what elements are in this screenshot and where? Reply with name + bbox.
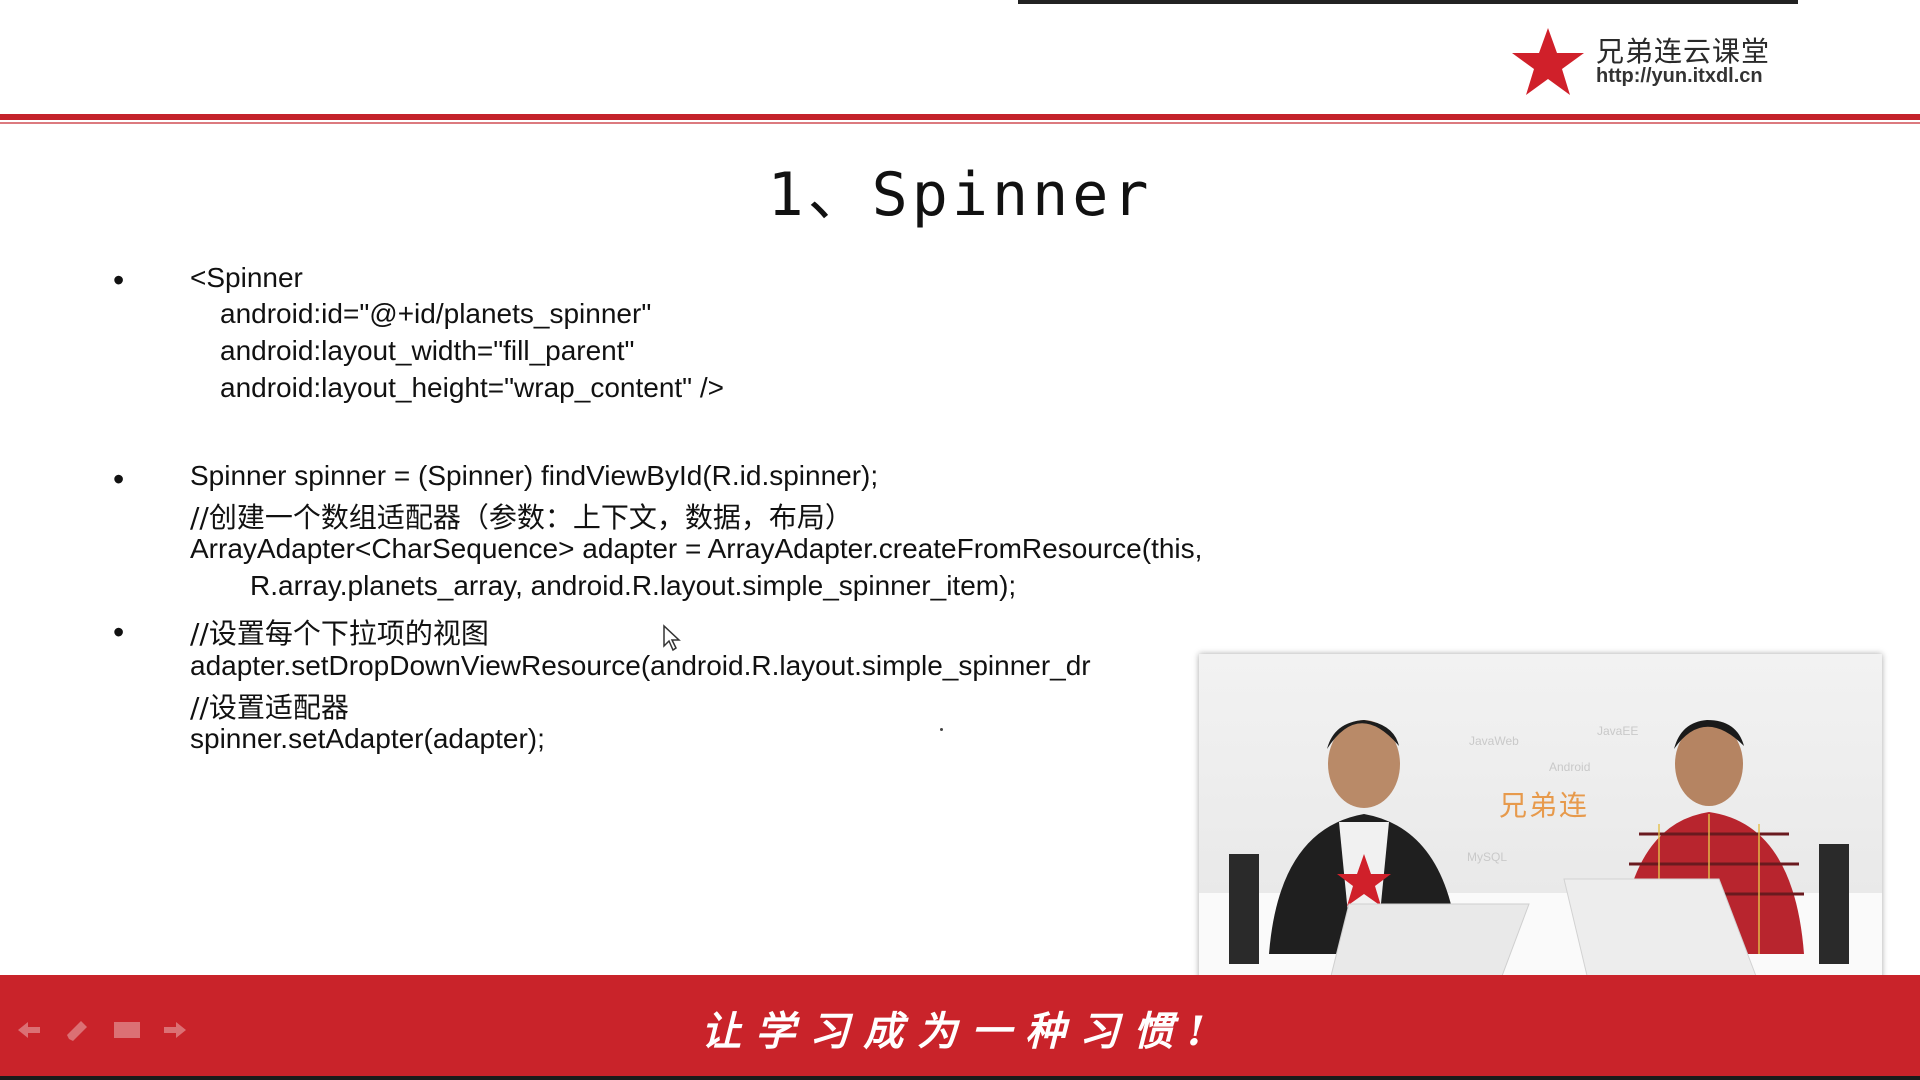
code-line: Spinner spinner = (Spinner) findViewById… bbox=[190, 460, 879, 491]
menu-icon[interactable] bbox=[110, 1017, 144, 1043]
bullet-marker: • bbox=[113, 262, 125, 298]
logo-url: http://yun.itxdl.cn bbox=[1595, 65, 1763, 88]
code-line: android:id="@+id/planets_spinner" bbox=[220, 298, 652, 329]
code-line: android:layout_width="fill_parent" bbox=[220, 335, 635, 366]
bottom-strip bbox=[0, 1076, 1920, 1080]
code-line: <Spinner bbox=[190, 262, 303, 293]
header-red-rule bbox=[0, 114, 1920, 120]
code-line: spinner.setAdapter(adapter); bbox=[190, 723, 545, 754]
logo-name: 兄弟连云课堂 bbox=[1595, 34, 1770, 68]
code-line: R.array.planets_array, android.R.layout.… bbox=[250, 570, 1017, 601]
code-line: android:layout_height="wrap_content" /> bbox=[220, 372, 725, 403]
code-line: adapter.setDropDownViewResource(android.… bbox=[190, 650, 1091, 681]
mouse-cursor-icon bbox=[663, 624, 681, 652]
code-comment: //设置每个下拉项的视图 bbox=[190, 617, 489, 650]
bullet-marker: • bbox=[113, 461, 125, 497]
bullet-marker: • bbox=[113, 614, 125, 650]
arrow-right-icon[interactable] bbox=[160, 1017, 190, 1043]
footer-banner: 让学习成为一种习惯! bbox=[0, 975, 1920, 1080]
presenters-illustration bbox=[1229, 720, 1849, 985]
code-comment: //创建一个数组适配器（参数：上下文，数据，布局） bbox=[190, 501, 853, 534]
code-comment: //设置适配器 bbox=[190, 691, 349, 724]
slide-title: 1、Spinner bbox=[767, 160, 1153, 230]
stray-dot bbox=[940, 728, 943, 731]
video-overlay[interactable]: JavaWeb JavaEE Android MySQL 兄弟连 bbox=[1199, 654, 1882, 995]
footer-slogan: 让学习成为一种习惯! bbox=[701, 1008, 1219, 1055]
pen-icon[interactable] bbox=[62, 1017, 92, 1043]
arrow-left-icon[interactable] bbox=[14, 1017, 44, 1043]
top-rule bbox=[1018, 0, 1798, 4]
header-red-rule-thin bbox=[0, 122, 1920, 124]
brand-logo: 兄弟连云课堂 http://yun.itxdl.cn bbox=[1508, 26, 1770, 98]
star-icon bbox=[1511, 28, 1584, 95]
code-line: ArrayAdapter<CharSequence> adapter = Arr… bbox=[190, 533, 1203, 564]
